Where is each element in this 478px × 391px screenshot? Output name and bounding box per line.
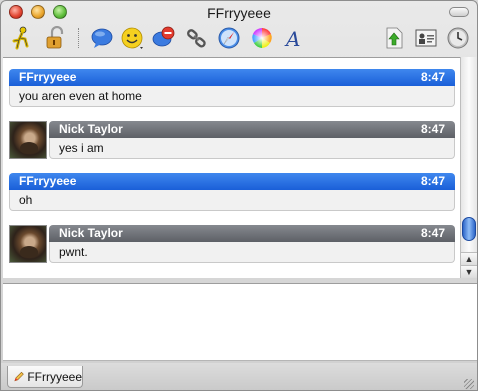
message-header: FFrryyeee 8:47 (9, 173, 455, 190)
message-item: FFrryyeee 8:47 you aren even at home (9, 69, 455, 107)
color-wheel-icon[interactable] (249, 25, 275, 51)
message-item: Nick Taylor 8:47 yes i am (9, 121, 455, 159)
block-icon[interactable] (151, 25, 177, 51)
resize-handle[interactable] (464, 379, 474, 389)
message-item: Nick Taylor 8:47 pwnt. (9, 225, 455, 263)
transcript-scrollbar[interactable]: ▲ ▼ (460, 57, 477, 278)
message-item: FFrryyeee 8:47 oh (9, 173, 455, 211)
message-input[interactable] (3, 283, 477, 361)
aim-buddy-icon[interactable] (9, 25, 35, 51)
window-title: FFrryyeee (207, 5, 271, 21)
toolbar-separator (78, 28, 79, 48)
message-time: 8:47 (420, 226, 445, 240)
message-text: yes i am (49, 138, 455, 159)
link-icon[interactable] (184, 25, 210, 51)
sender-name: FFrryyeee (19, 174, 77, 188)
pencil-icon (14, 371, 24, 381)
tab-chat[interactable]: FFrryyeee (7, 366, 83, 388)
toolbar-toggle-button[interactable] (449, 7, 469, 17)
svg-text:A: A (284, 27, 300, 50)
chat-window: FFrryyeee A FFrryyeee 8:47 you aren even… (0, 0, 478, 391)
safari-compass-icon[interactable] (216, 25, 242, 51)
message-transcript[interactable]: FFrryyeee 8:47 you aren even at home Nic… (3, 57, 460, 278)
tab-label: FFrryyeee (27, 369, 82, 384)
sender-name: FFrryyeee (19, 70, 77, 84)
title-bar: FFrryyeee (1, 1, 477, 23)
scroll-down-arrow[interactable]: ▼ (461, 265, 477, 278)
message-header: Nick Taylor 8:47 (49, 225, 455, 242)
sender-name: Nick Taylor (59, 226, 123, 240)
send-file-icon[interactable] (381, 25, 407, 51)
speech-bubble-icon[interactable] (89, 25, 115, 51)
scroll-up-arrow[interactable]: ▲ (461, 252, 477, 265)
tab-bar: FFrryyeee (1, 363, 477, 390)
message-header: Nick Taylor 8:47 (49, 121, 455, 138)
message-time: 8:47 (420, 70, 445, 84)
avatar (9, 121, 47, 159)
history-clock-icon[interactable] (445, 25, 471, 51)
buddy-info-icon[interactable] (413, 25, 439, 51)
message-time: 8:47 (420, 174, 445, 188)
message-text: pwnt. (49, 242, 455, 263)
message-header: FFrryyeee 8:47 (9, 69, 455, 86)
message-time: 8:47 (420, 122, 445, 136)
toolbar: A (1, 23, 477, 55)
sender-name: Nick Taylor (59, 122, 123, 136)
lock-icon[interactable] (43, 25, 69, 51)
font-icon[interactable]: A (280, 25, 306, 51)
message-text: you aren even at home (9, 86, 455, 107)
smiley-icon[interactable] (119, 25, 145, 51)
scrollbar-thumb[interactable] (462, 217, 476, 241)
message-text: oh (9, 190, 455, 211)
avatar (9, 225, 47, 263)
